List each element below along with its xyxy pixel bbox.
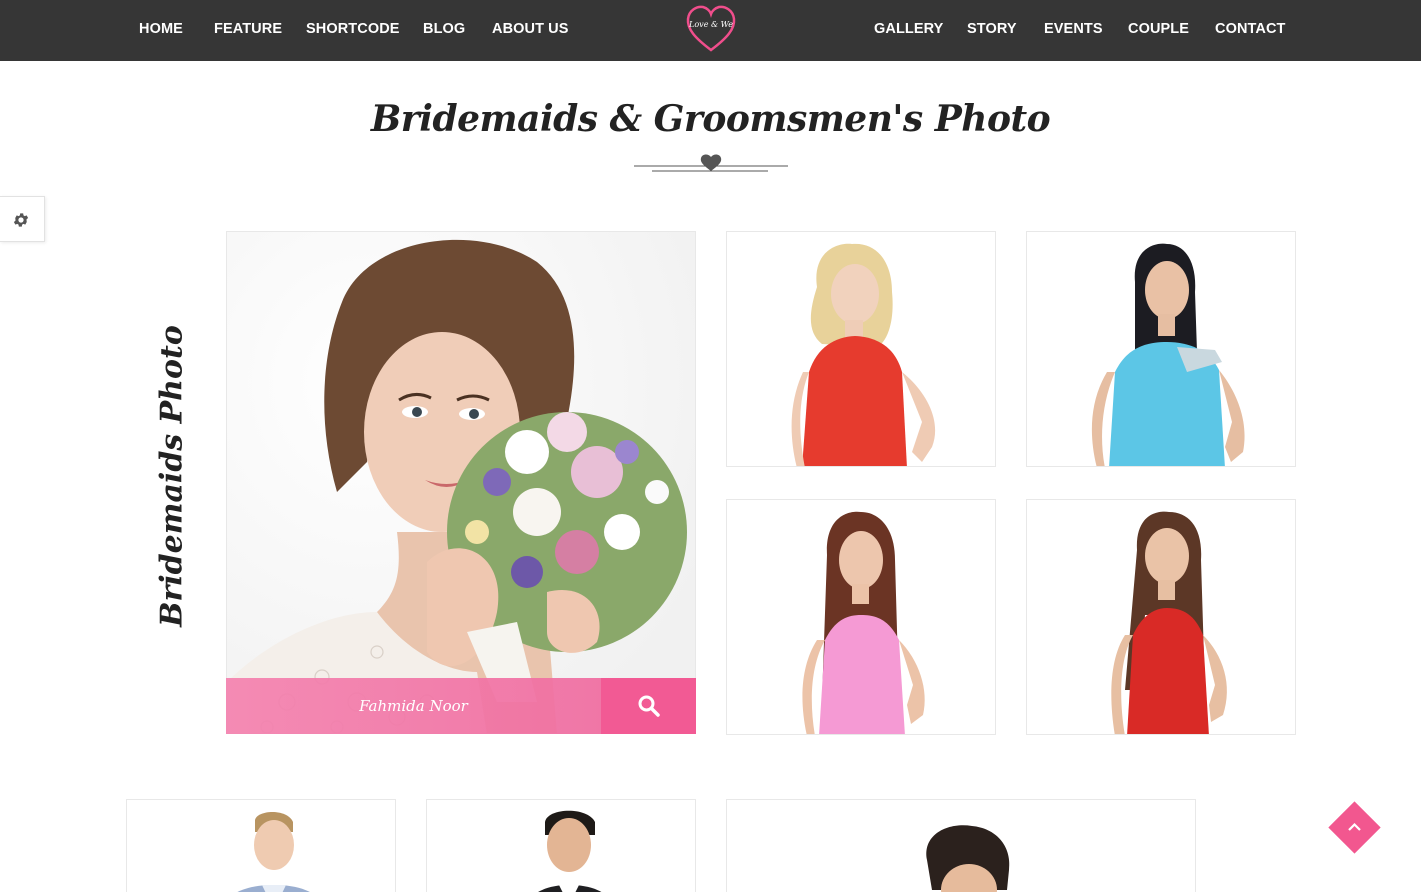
nav-home[interactable]: HOME: [139, 20, 183, 38]
back-to-top-button[interactable]: [1328, 801, 1381, 854]
chevron-up-icon: [1348, 822, 1361, 831]
bridesmaid-photo-2[interactable]: [1026, 231, 1296, 467]
top-navbar: HOME FEATURE SHORTCODE BLOG ABOUT US Lov…: [0, 0, 1421, 61]
site-logo[interactable]: Love & We: [685, 4, 737, 54]
bridesmaid-image-red-top: [1027, 500, 1295, 734]
nav-gallery[interactable]: GALLERY: [874, 20, 943, 38]
featured-bridesmaid-photo[interactable]: [226, 231, 696, 734]
search-icon: [638, 695, 660, 717]
bridesmaid-photo-3[interactable]: [726, 499, 996, 735]
nav-about-us[interactable]: ABOUT US: [492, 20, 569, 38]
featured-caption-bar: Fahmida Noor: [226, 678, 696, 734]
nav-couple[interactable]: COUPLE: [1128, 20, 1189, 38]
bridesmaid-image-blonde: [727, 232, 995, 466]
heart-logo-icon: [686, 5, 736, 52]
groomsman-image-styled-hair: [727, 800, 1195, 892]
heart-icon: [700, 154, 722, 171]
nav-shortcode[interactable]: SHORTCODE: [306, 20, 400, 38]
nav-feature[interactable]: FEATURE: [214, 20, 282, 38]
nav-blog[interactable]: BLOG: [423, 20, 465, 38]
gear-icon: [13, 213, 29, 227]
bridesmaid-photo-4[interactable]: [1026, 499, 1296, 735]
groomsman-image-dark-hair: [427, 800, 695, 892]
nav-story[interactable]: STORY: [967, 20, 1017, 38]
title-divider: [634, 150, 788, 176]
bridesmaid-photo-1[interactable]: [726, 231, 996, 467]
groomsman-photo-3[interactable]: [726, 799, 1196, 892]
bridesmaid-image-pink-dress: [727, 500, 995, 734]
settings-tab[interactable]: [0, 196, 45, 242]
nav-events[interactable]: EVENTS: [1044, 20, 1103, 38]
bridesmaids-vertical-label: Bridemaids Photo: [154, 325, 190, 627]
groomsman-image-blond: [127, 800, 395, 892]
groomsman-photo-1[interactable]: [126, 799, 396, 892]
bridesmaid-name: Fahmida Noor: [226, 678, 601, 734]
logo-text: Love & We: [689, 20, 733, 29]
section-title: Bridemaids & Groomsmen's Photo: [370, 98, 1051, 140]
bridesmaid-image-blue-dress: [1027, 232, 1295, 466]
groomsman-photo-2[interactable]: [426, 799, 696, 892]
bride-image: [227, 232, 695, 733]
nav-contact[interactable]: CONTACT: [1215, 20, 1286, 38]
zoom-search-button[interactable]: [601, 678, 696, 734]
